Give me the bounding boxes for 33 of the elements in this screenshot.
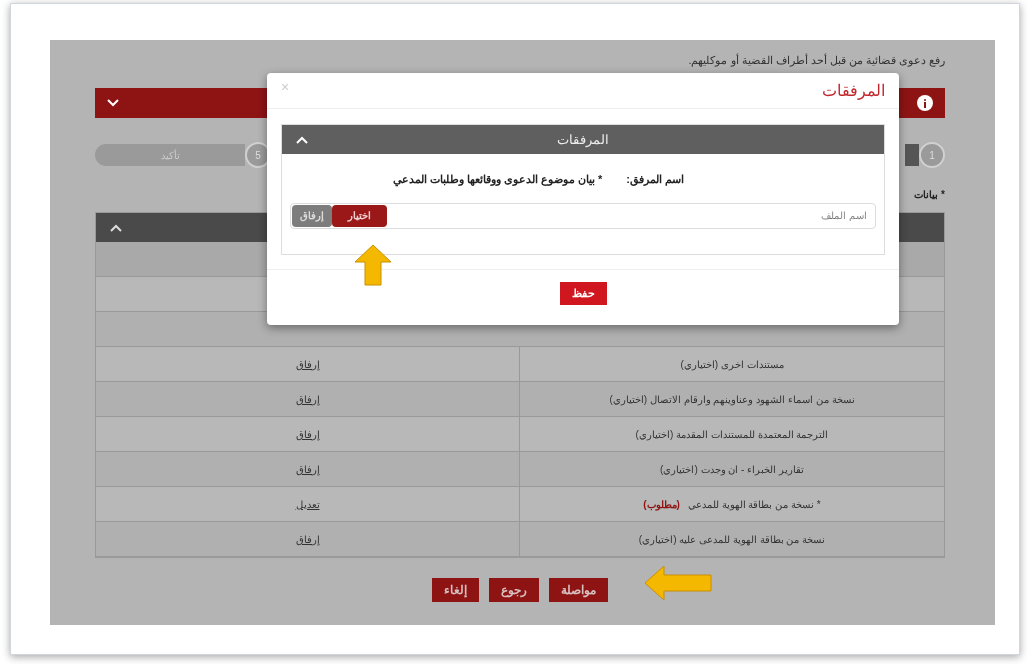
required-note: * بيانات [914, 188, 945, 202]
attach-link[interactable]: تعديل [295, 496, 320, 512]
attach-button[interactable]: إرفاق [292, 204, 332, 227]
field-value: * بيان موضوع الدعوى ووقائعها وطلبات المدعي [392, 172, 603, 188]
chevron-down-icon[interactable] [107, 99, 119, 107]
panel-title: المرفقات [557, 130, 609, 149]
step-track [905, 144, 919, 166]
table-cell: تقارير الخبراء - ان وجدت (اختياري) [519, 452, 944, 486]
attach-link[interactable]: إرفاق [295, 391, 320, 407]
choose-button[interactable]: اختيار [332, 204, 387, 227]
field-label: اسم المرفق: [626, 172, 684, 188]
table-cell: نسخة من اسماء الشهود وعناوينهم وارقام الاتصال (اختياري) [519, 382, 944, 416]
attach-link[interactable]: إرفاق [295, 356, 320, 372]
chevron-up-icon[interactable] [110, 223, 122, 232]
info-icon [917, 95, 933, 111]
document-name: * نسخة من بطاقة الهوية للمدعي [687, 497, 821, 512]
dialog-title: المرفقات [822, 80, 885, 102]
action-button[interactable]: رجوع [489, 578, 539, 602]
action-button[interactable]: مواصلة [549, 578, 608, 602]
attach-link[interactable]: إرفاق [295, 531, 320, 547]
table-cell: مستندات اخرى (اختياري) [519, 347, 944, 381]
save-button[interactable]: حفظ [559, 282, 607, 305]
table-cell: الترجمة المعتمدة للمستندات المقدمة (اختياري) [519, 417, 944, 451]
table-cell: نسخة من بطاقة الهوية للمدعى عليه (اختياري) [519, 522, 944, 556]
attach-link[interactable]: إرفاق [295, 426, 320, 442]
attach-link[interactable]: إرفاق [295, 461, 320, 477]
callout-arrow [644, 565, 712, 601]
callout-arrow [354, 244, 392, 286]
file-field[interactable]: اسم الملف اختيار إرفاق [290, 202, 876, 229]
required-tag: (مطلوب) [643, 496, 680, 512]
action-button[interactable]: إلغاء [432, 578, 479, 602]
step-number: 1 [919, 142, 945, 168]
intro-text: رفع دعوى قضائية من قبل أحد أطراف القضية أو موكليهم. [688, 52, 945, 68]
